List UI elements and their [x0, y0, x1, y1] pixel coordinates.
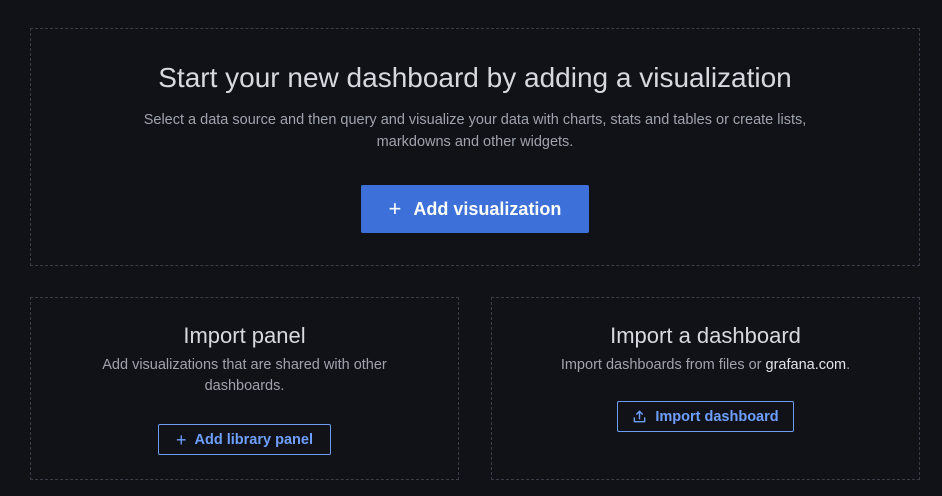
- upload-icon: [632, 409, 647, 424]
- add-visualization-label: Add visualization: [413, 198, 562, 219]
- empty-dashboard-page: Start your new dashboard by adding a vis…: [0, 0, 942, 496]
- import-panel-title: Import panel: [183, 323, 306, 348]
- import-dashboard-description-text: Import dashboards from files or: [560, 357, 766, 373]
- import-panel-card: Import panel Add visualizations that are…: [30, 297, 459, 480]
- import-dashboard-description-end: .: [846, 357, 851, 373]
- import-dashboard-description: Import dashboards from files or grafana.…: [541, 355, 871, 376]
- add-visualization-card: Start your new dashboard by adding a vis…: [30, 28, 920, 266]
- hero-description: Select a data source and then query and …: [143, 112, 807, 150]
- import-dashboard-button[interactable]: Import dashboard: [617, 401, 794, 432]
- add-library-panel-label: Add library panel: [194, 431, 313, 448]
- grafana-com-link[interactable]: grafana.com: [766, 357, 847, 373]
- import-dashboard-label: Import dashboard: [655, 408, 779, 425]
- import-panel-description: Add visualizations that are shared with …: [102, 357, 387, 394]
- import-dashboard-card: Import a dashboard Import dashboards fro…: [491, 297, 920, 480]
- add-visualization-button[interactable]: + Add visualization: [361, 185, 589, 233]
- add-library-panel-button[interactable]: + Add library panel: [158, 424, 331, 455]
- hero-title: Start your new dashboard by adding a vis…: [158, 62, 792, 93]
- import-dashboard-title: Import a dashboard: [610, 323, 801, 348]
- plus-icon: +: [388, 196, 402, 221]
- plus-icon: +: [176, 429, 187, 450]
